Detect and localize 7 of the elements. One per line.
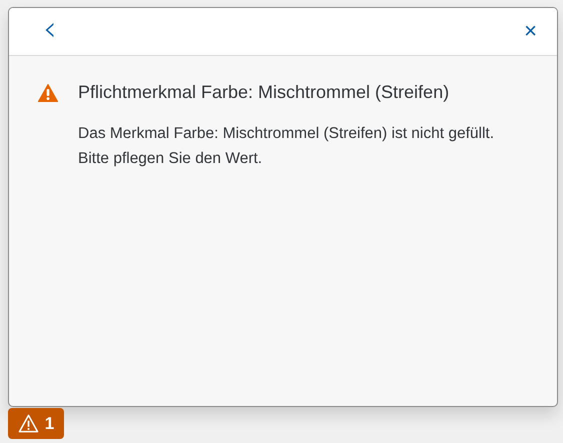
message-button[interactable]: 1 (8, 408, 64, 439)
warning-icon (38, 84, 58, 102)
warning-icon (18, 414, 39, 433)
close-button[interactable]: × (520, 20, 541, 44)
message-description: Das Merkmal Farbe: Mischtrommel (Streifen) ist nicht gefüllt. Bitte pflegen Sie den Wert. (78, 124, 496, 169)
back-button[interactable]: ‹ (37, 12, 63, 52)
message-title: Pflichtmerkmal Farbe: Mischtrommel (Streifen) (78, 81, 450, 104)
